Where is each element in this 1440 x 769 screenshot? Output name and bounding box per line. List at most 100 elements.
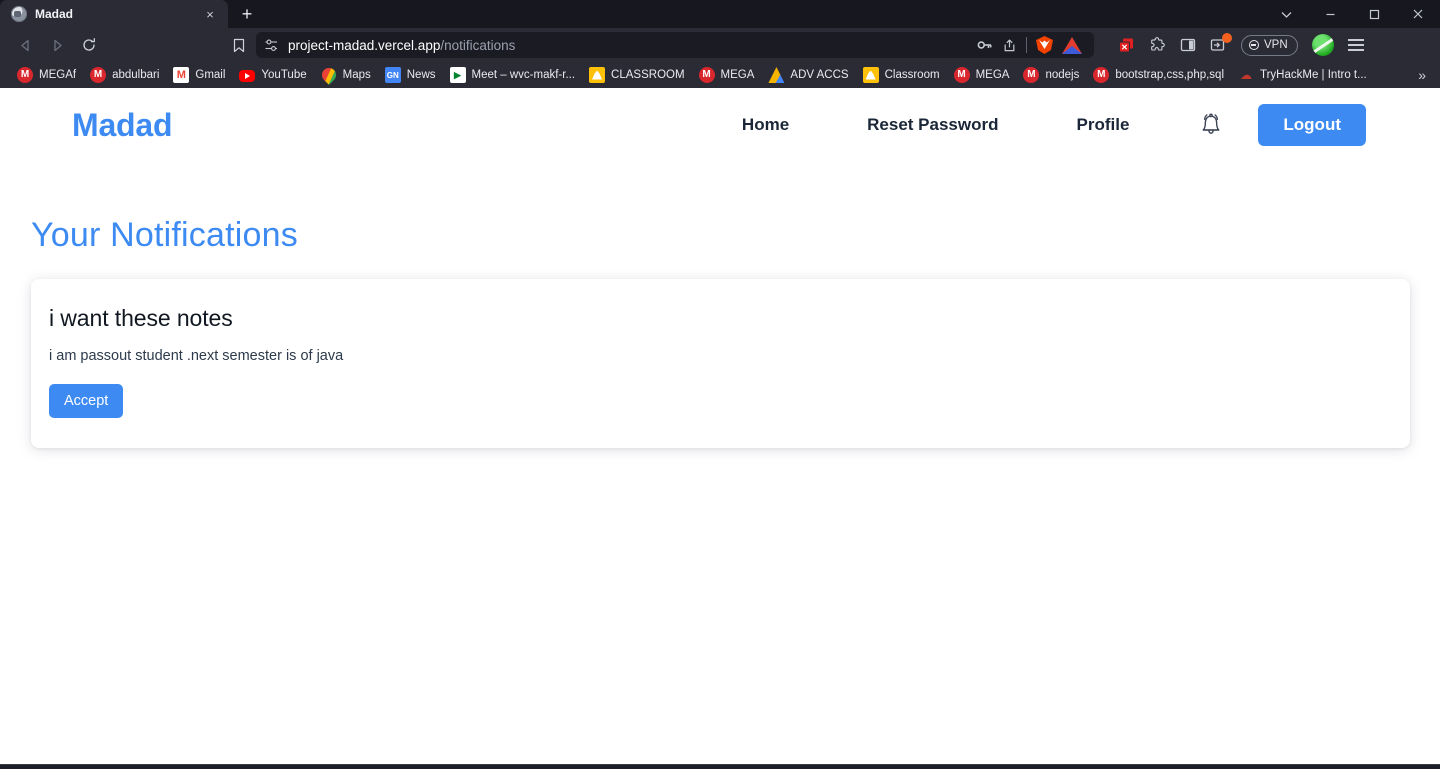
bookmark-item[interactable]: GN News	[378, 65, 443, 85]
hamburger-menu-icon[interactable]	[1347, 39, 1364, 51]
profile-avatar[interactable]	[1311, 34, 1334, 56]
site-logo[interactable]: Madad	[72, 107, 173, 144]
classroom-icon	[589, 67, 606, 83]
gmail-icon: M	[173, 67, 190, 83]
classroom-icon	[862, 67, 879, 83]
bookmark-label: MEGA	[720, 69, 755, 81]
bookmark-label: Maps	[342, 69, 371, 81]
bookmark-label: YouTube	[261, 69, 307, 81]
url-text: project-madad.vercel.app/notifications	[288, 38, 968, 53]
bookmark-item[interactable]: M MEGAf	[10, 65, 83, 85]
bookmark-icon[interactable]	[226, 31, 252, 59]
address-bar-actions	[977, 36, 1086, 54]
back-icon[interactable]	[10, 31, 40, 59]
new-tab-button[interactable]: +	[232, 1, 262, 27]
bookmark-label: abdulbari	[112, 69, 160, 81]
brave-shields-icon[interactable]	[1036, 36, 1053, 54]
nav-link-reset-password[interactable]: Reset Password	[828, 115, 1037, 135]
notification-title: i want these notes	[49, 305, 233, 331]
bookmark-label: Meet – wvc-makf-r...	[471, 69, 576, 81]
mega-icon: M	[698, 67, 715, 83]
bookmark-label: TryHackMe | Intro t...	[1260, 69, 1367, 81]
tryhackme-icon: ☁	[1240, 68, 1252, 82]
mega-icon: M	[1023, 67, 1040, 83]
notification-bell-button[interactable]	[1168, 111, 1258, 139]
sliders-icon	[264, 38, 279, 53]
site-nav-links: Home Reset Password Profile Logout	[703, 104, 1366, 146]
key-icon[interactable]	[977, 38, 993, 52]
bookmark-item[interactable]: Mbootstrap,css,php,sql	[1086, 65, 1231, 85]
bookmark-item[interactable]: ADV ACCS	[761, 65, 855, 85]
bookmark-item[interactable]: M Gmail	[166, 65, 232, 85]
url-path: /notifications	[440, 37, 516, 53]
puzzle-extension-icon[interactable]	[1149, 36, 1166, 54]
chevron-down-icon[interactable]	[1264, 0, 1308, 28]
bookmark-item[interactable]: Maps	[314, 65, 378, 85]
minimize-icon[interactable]	[1308, 0, 1352, 28]
toolbar-divider	[1026, 37, 1027, 53]
vpn-toggle[interactable]: VPN	[1241, 34, 1298, 56]
sidebar-panel-icon[interactable]	[1180, 37, 1196, 53]
maximize-icon[interactable]	[1352, 0, 1396, 28]
site-navbar: Madad Home Reset Password Profile Logout	[0, 88, 1440, 162]
reload-icon[interactable]	[74, 31, 104, 59]
bookmark-item[interactable]: Mnodejs	[1016, 65, 1086, 85]
tab-strip: Madad × +	[0, 0, 1440, 28]
extension-triangle-icon[interactable]	[1062, 36, 1082, 54]
forward-icon[interactable]	[42, 31, 72, 59]
bookmark-item[interactable]: M MEGA	[692, 65, 762, 85]
vpn-label: VPN	[1264, 39, 1288, 51]
bookmark-label: bootstrap,css,php,sql	[1115, 69, 1224, 81]
meet-icon: ▶	[449, 67, 466, 83]
notification-card: i want these notes i am passout student …	[31, 279, 1410, 448]
toolbar-extensions: VPN	[1118, 33, 1364, 56]
os-taskbar-edge	[0, 764, 1440, 769]
bookmark-label: MEGAf	[39, 69, 77, 81]
tab-title: Madad	[35, 7, 74, 21]
bookmark-item[interactable]: Mabdulbari	[83, 65, 166, 85]
mega-icon: M	[17, 67, 33, 83]
bookmark-item[interactable]: ▶ Meet – wvc-makf-r...	[443, 65, 583, 85]
globe-favicon-icon	[11, 6, 27, 22]
browser-chrome: Madad × + project-madad.vercel.app/notif…	[0, 0, 1440, 88]
bookmark-item[interactable]: ☁ TryHackMe | Intro t...	[1231, 65, 1374, 85]
mega-icon: M	[953, 67, 970, 83]
bookmark-label: nodejs	[1045, 69, 1080, 81]
bookmark-label: Classroom	[884, 69, 940, 81]
bookmarks-overflow-button[interactable]: »	[1410, 67, 1434, 83]
web-page: Madad Home Reset Password Profile Logout…	[0, 88, 1440, 764]
mega-icon: M	[90, 67, 107, 83]
bookmark-label: MEGA	[975, 69, 1010, 81]
window-close-icon[interactable]	[1396, 0, 1440, 28]
url-host: project-madad.vercel.app	[288, 37, 441, 53]
nav-link-profile[interactable]: Profile	[1038, 115, 1169, 135]
bookmark-item[interactable]: M MEGA	[947, 65, 1017, 85]
notification-badge	[1222, 33, 1232, 43]
logout-button[interactable]: Logout	[1258, 104, 1366, 146]
news-icon: GN	[384, 67, 401, 83]
notification-body: i am passout student .next semester is o…	[49, 348, 344, 364]
page-title: Your Notifications	[31, 216, 298, 254]
split-window-icon[interactable]	[1210, 33, 1232, 53]
vpn-status-icon	[1249, 40, 1259, 50]
mega-icon: M	[1093, 67, 1110, 83]
close-extension-icon[interactable]	[1118, 37, 1135, 54]
bookmark-label: Gmail	[195, 69, 226, 81]
bookmarks-bar: M MEGAf Mabdulbari M Gmail YouTube Maps GN…	[0, 62, 1440, 88]
bookmark-label: News	[406, 69, 436, 81]
close-icon[interactable]: ×	[201, 5, 219, 23]
nav-link-home[interactable]: Home	[703, 115, 828, 135]
bookmark-label: CLASSROOM	[611, 69, 685, 81]
bookmark-item[interactable]: CLASSROOM	[582, 65, 692, 85]
bookmark-item[interactable]: Classroom	[856, 65, 947, 85]
maps-icon	[318, 65, 339, 85]
browser-toolbar: project-madad.vercel.app/notifications V…	[0, 28, 1440, 62]
drive-icon	[768, 67, 785, 83]
bookmark-item[interactable]: YouTube	[232, 66, 313, 84]
address-bar[interactable]: project-madad.vercel.app/notifications	[256, 32, 1094, 58]
youtube-icon	[239, 70, 256, 82]
accept-button[interactable]: Accept	[49, 384, 124, 418]
share-icon[interactable]	[1002, 38, 1017, 53]
browser-tab-madad[interactable]: Madad ×	[0, 0, 228, 28]
notification-bell-icon	[1203, 113, 1220, 134]
